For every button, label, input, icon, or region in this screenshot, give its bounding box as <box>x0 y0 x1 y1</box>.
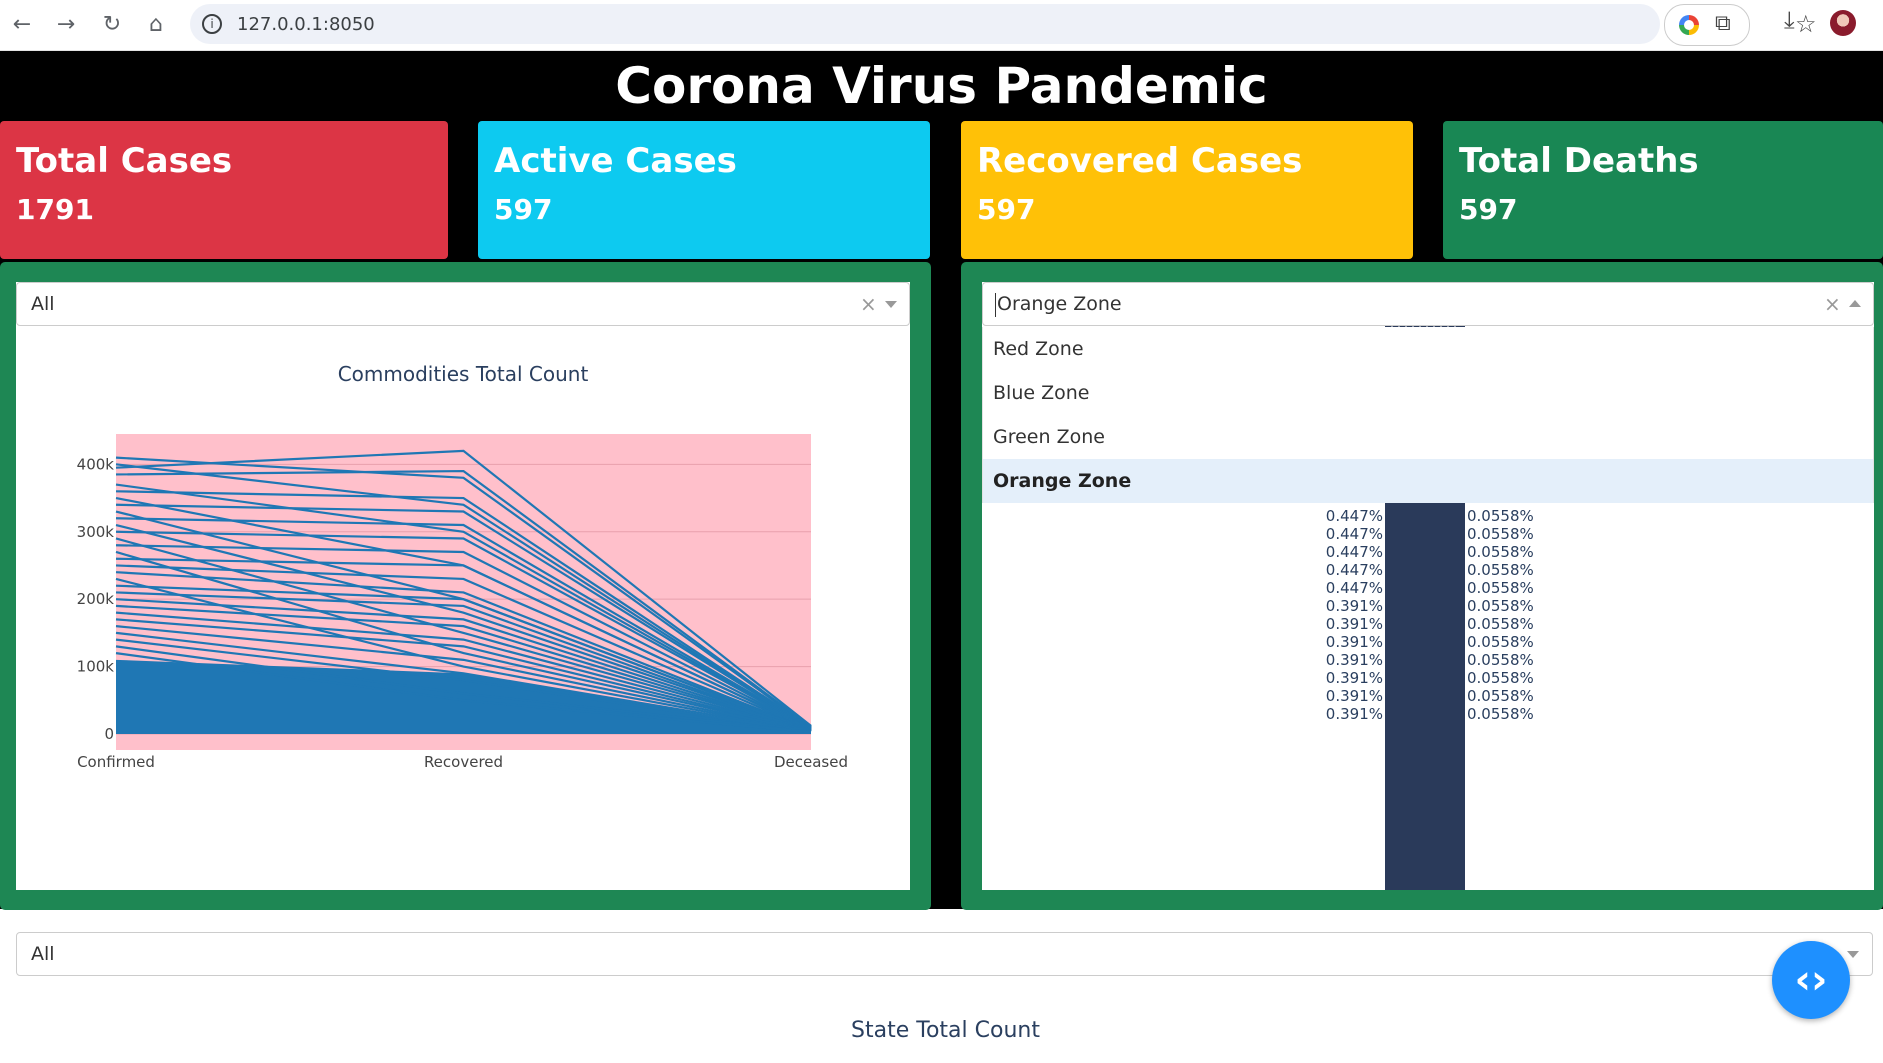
profile-avatar[interactable] <box>1830 10 1856 36</box>
state-filter-dropdown[interactable]: All <box>16 932 1873 976</box>
text-caret <box>995 293 996 317</box>
card-active-cases: Active Cases 597 <box>478 121 930 259</box>
clear-icon[interactable]: × <box>860 292 877 316</box>
slice-label-left: 0.447% <box>1326 561 1383 579</box>
card-value: 1791 <box>16 193 94 226</box>
star-icon[interactable]: ☆ <box>1795 10 1817 38</box>
slice-label-left: 0.391% <box>1326 597 1383 615</box>
card-value: 597 <box>494 193 553 226</box>
slice-label-left: 0.447% <box>1326 543 1383 561</box>
back-icon[interactable]: ← <box>6 9 38 41</box>
slice-label-right: 0.0558% <box>1467 525 1534 543</box>
slice-label-right: 0.0558% <box>1467 507 1534 525</box>
chart-title: Commodities Total Count <box>338 362 589 386</box>
url-text[interactable]: 127.0.0.1:8050 <box>237 14 375 35</box>
y-tick-label: 100k <box>77 658 115 676</box>
card-value: 597 <box>1459 193 1518 226</box>
slice-label-left: 0.447% <box>1326 507 1383 525</box>
extensions-group: ⧉ <box>1664 4 1750 46</box>
color-extension-icon[interactable] <box>1679 15 1699 35</box>
slice-label-right: 0.0558% <box>1467 669 1534 687</box>
forward-icon[interactable]: → <box>50 9 82 41</box>
download-icon[interactable]: ⤓ <box>1784 6 1795 34</box>
clear-icon[interactable]: × <box>1824 292 1841 316</box>
chevron-up-icon[interactable] <box>1849 300 1861 307</box>
dropdown-value: All <box>31 293 55 315</box>
slice-label-left: 0.391% <box>1326 651 1383 669</box>
chevron-down-icon[interactable] <box>1847 951 1859 958</box>
code-icon: ‹› <box>1794 957 1828 1003</box>
left-filter-dropdown[interactable]: All × <box>16 282 910 326</box>
slice-label-right: 0.0558% <box>1467 615 1534 633</box>
x-tick-label: Recovered <box>424 753 503 771</box>
slice-label-right: 0.0558% <box>1467 579 1534 597</box>
zone-dropdown[interactable]: Orange Zone × <box>982 282 1874 326</box>
slice-label-right: 0.0558% <box>1467 651 1534 669</box>
card-recovered-cases: Recovered Cases 597 <box>961 121 1413 259</box>
card-title: Total Deaths <box>1459 141 1699 181</box>
option-orange-zone[interactable]: Orange Zone <box>983 459 1873 503</box>
slice-label-right: 0.0558% <box>1467 561 1534 579</box>
dropdown-value[interactable]: Orange Zone <box>997 293 1122 315</box>
x-tick-label: Confirmed <box>77 753 155 771</box>
reload-icon[interactable]: ↻ <box>96 9 128 41</box>
app-header: Corona Virus Pandemic <box>0 51 1883 121</box>
state-chart-title: State Total Count <box>851 1018 1040 1043</box>
card-title: Recovered Cases <box>977 141 1303 181</box>
info-icon[interactable]: i <box>202 14 222 34</box>
dropdown-value: All <box>31 943 55 965</box>
slice-label-left: 0.391% <box>1326 633 1383 651</box>
slice-label-left: 0.447% <box>1326 525 1383 543</box>
address-bar[interactable]: i 127.0.0.1:8050 ☆ <box>190 4 1817 44</box>
x-tick-label: Deceased <box>774 753 848 771</box>
card-total-cases: Total Cases 1791 <box>0 121 448 259</box>
slice-label-left: 0.391% <box>1326 705 1383 723</box>
left-panel-content: All × Commodities Total Count 0 100k 200k 30… <box>16 282 910 890</box>
chevron-down-icon[interactable] <box>885 301 897 308</box>
slice-label-left: 0.391% <box>1326 669 1383 687</box>
option-red-zone[interactable]: Red Zone <box>983 327 1873 371</box>
card-total-deaths: Total Deaths 597 <box>1443 121 1883 259</box>
card-title: Total Cases <box>16 141 233 181</box>
slice-label-right: 0.0558% <box>1467 633 1534 651</box>
slice-label-left: 0.391% <box>1326 615 1383 633</box>
left-panel: All × Commodities Total Count 0 100k 200k 30… <box>0 262 931 910</box>
card-value: 597 <box>977 193 1036 226</box>
home-icon[interactable]: ⌂ <box>140 9 172 41</box>
y-tick-label: 400k <box>77 455 115 473</box>
slice-label-left: 0.447% <box>1326 579 1383 597</box>
option-blue-zone[interactable]: Blue Zone <box>983 371 1873 415</box>
y-tick-label: 300k <box>77 523 115 541</box>
puzzle-icon[interactable]: ⧉ <box>1715 11 1731 36</box>
slice-label-right: 0.0558% <box>1467 597 1534 615</box>
option-green-zone[interactable]: Green Zone <box>983 415 1873 459</box>
page-title: Corona Virus Pandemic <box>615 57 1268 115</box>
card-title: Active Cases <box>494 141 737 181</box>
commodities-chart: Commodities Total Count 0 100k 200k 300k 400k… <box>77 362 848 771</box>
slice-label-right: 0.0558% <box>1467 705 1534 723</box>
slice-label-right: 0.0558% <box>1467 687 1534 705</box>
y-tick-label: 0 <box>104 725 114 743</box>
y-tick-label: 200k <box>77 590 115 608</box>
slice-label-left: 0.391% <box>1326 687 1383 705</box>
code-toggle-button[interactable]: ‹› <box>1772 941 1850 1019</box>
browser-toolbar: ← → ↻ ⌂ i 127.0.0.1:8050 ☆ ⧉ ⤓ <box>0 0 1883 51</box>
slice-label-right: 0.0558% <box>1467 543 1534 561</box>
zone-dropdown-menu: Red Zone Blue Zone Green Zone Orange Zon… <box>982 327 1874 503</box>
